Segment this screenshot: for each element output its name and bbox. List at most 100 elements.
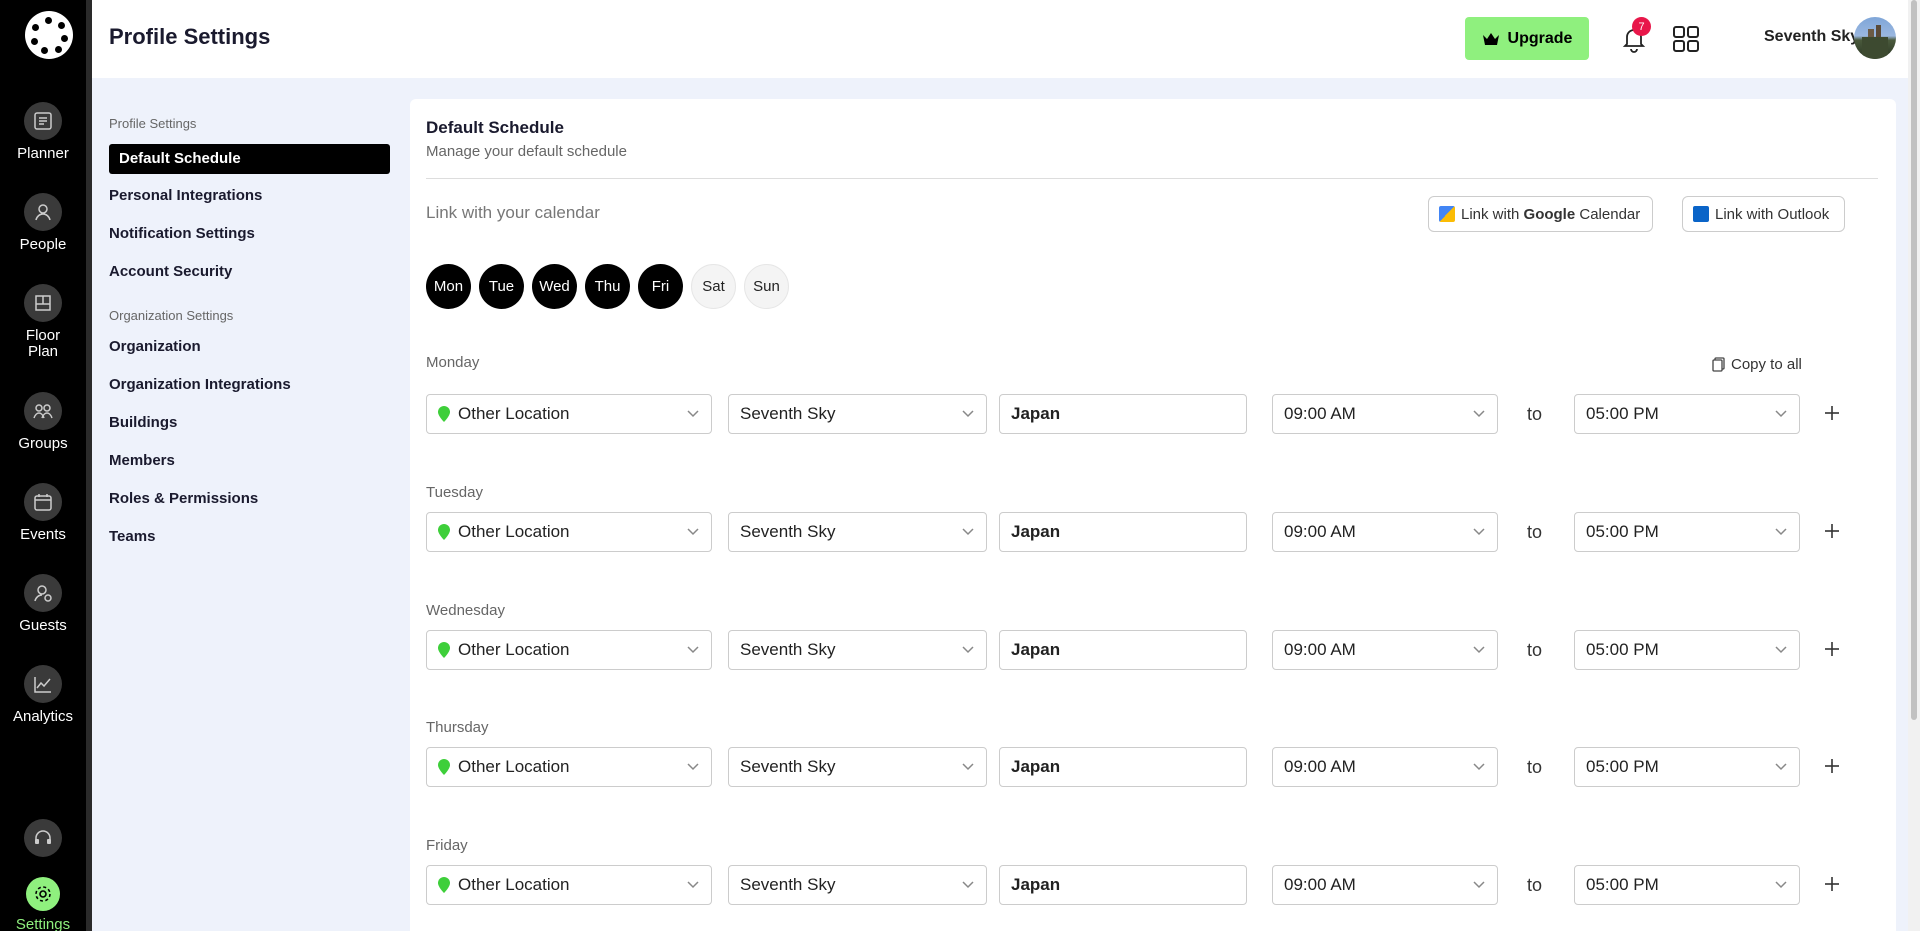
place-value: Japan (1011, 757, 1061, 776)
place-input[interactable]: Japan (999, 630, 1247, 670)
rail-item-events[interactable]: Events (0, 483, 86, 543)
start-time-value: 09:00 AM (1284, 404, 1356, 423)
day-toggle-tue[interactable]: Tue (479, 264, 524, 309)
app-rail: Planner People Floor Plan Groups Events … (0, 0, 92, 931)
person-value: Seventh Sky (740, 640, 836, 659)
person-select[interactable]: Seventh Sky (728, 630, 987, 670)
person-value: Seventh Sky (740, 757, 836, 776)
place-input[interactable]: Japan (999, 394, 1247, 434)
add-slot-plus-icon[interactable] (1819, 753, 1845, 779)
nav-personal-integrations[interactable]: Personal Integrations (109, 181, 390, 211)
day-toggle-sat[interactable]: Sat (691, 264, 736, 309)
planner-icon (24, 102, 62, 140)
nav-members[interactable]: Members (109, 446, 390, 476)
support-button[interactable] (0, 819, 86, 863)
start-time-select[interactable]: 09:00 AM (1272, 630, 1498, 670)
end-time-select[interactable]: 05:00 PM (1574, 630, 1800, 670)
location-value: Other Location (458, 640, 570, 659)
link-google-calendar-button[interactable]: Link with Google Calendar (1428, 196, 1653, 232)
nav-organization[interactable]: Organization (109, 332, 390, 362)
end-time-value: 05:00 PM (1586, 522, 1659, 541)
end-time-value: 05:00 PM (1586, 875, 1659, 894)
person-select[interactable]: Seventh Sky (728, 394, 987, 434)
end-time-select[interactable]: 05:00 PM (1574, 394, 1800, 434)
nav-teams[interactable]: Teams (109, 522, 390, 552)
start-time-select[interactable]: 09:00 AM (1272, 512, 1498, 552)
location-select[interactable]: Other Location (426, 865, 712, 905)
place-input[interactable]: Japan (999, 865, 1247, 905)
start-time-select[interactable]: 09:00 AM (1272, 747, 1498, 787)
avatar[interactable] (1854, 17, 1896, 59)
add-slot-plus-icon[interactable] (1819, 518, 1845, 544)
rail-label: People (19, 236, 67, 253)
day-toggle-thu[interactable]: Thu (585, 264, 630, 309)
location-pin-icon (438, 524, 450, 540)
location-select[interactable]: Other Location (426, 512, 712, 552)
to-label: to (1527, 757, 1543, 777)
day-toggle-wed[interactable]: Wed (532, 264, 577, 309)
copy-to-all-label: Copy to all (1731, 356, 1802, 373)
person-select[interactable]: Seventh Sky (728, 865, 987, 905)
rail-label: Floor Plan (25, 327, 61, 360)
day-toggle-sun[interactable]: Sun (744, 264, 789, 309)
page-scrollbar[interactable] (1908, 0, 1920, 931)
place-input[interactable]: Japan (999, 512, 1247, 552)
day-label: Friday (426, 837, 468, 854)
start-time-value: 09:00 AM (1284, 875, 1356, 894)
location-pin-icon (438, 877, 450, 893)
add-slot-plus-icon[interactable] (1819, 400, 1845, 426)
place-input[interactable]: Japan (999, 747, 1247, 787)
upgrade-button[interactable]: Upgrade (1465, 17, 1589, 60)
gear-icon (26, 877, 60, 911)
nav-account-security[interactable]: Account Security (109, 257, 390, 287)
section-label-organization: Organization Settings (109, 308, 234, 323)
location-select[interactable]: Other Location (426, 747, 712, 787)
rail-item-planner[interactable]: Planner (0, 102, 86, 162)
end-time-select[interactable]: 05:00 PM (1574, 512, 1800, 552)
end-time-value: 05:00 PM (1586, 640, 1659, 659)
rail-item-settings[interactable]: Settings (0, 877, 86, 931)
rail-item-guests[interactable]: Guests (0, 574, 86, 634)
user-name[interactable]: Seventh Sky (1764, 28, 1859, 46)
nav-roles-permissions[interactable]: Roles & Permissions (109, 484, 390, 514)
start-time-select[interactable]: 09:00 AM (1272, 865, 1498, 905)
apps-grid-icon[interactable] (1673, 26, 1699, 52)
chart-icon (24, 665, 62, 703)
day-toggle-fri[interactable]: Fri (638, 264, 683, 309)
add-slot-plus-icon[interactable] (1819, 636, 1845, 662)
nav-default-schedule[interactable]: Default Schedule (109, 144, 390, 174)
rail-item-people[interactable]: People (0, 193, 86, 253)
person-select[interactable]: Seventh Sky (728, 512, 987, 552)
add-slot-plus-icon[interactable] (1819, 871, 1845, 897)
place-value: Japan (1011, 875, 1061, 894)
start-time-value: 09:00 AM (1284, 522, 1356, 541)
to-label: to (1527, 875, 1543, 895)
link-outlook-button[interactable]: Link with Outlook (1682, 196, 1845, 232)
rail-item-groups[interactable]: Groups (0, 392, 86, 452)
settings-sidebar: Profile Settings Default Schedule Person… (92, 78, 410, 931)
person-icon (24, 193, 62, 231)
section-label-profile: Profile Settings (109, 116, 197, 131)
day-label: Monday (426, 354, 480, 371)
copy-to-all-button[interactable]: Copy to all (1712, 356, 1802, 373)
nav-organization-integrations[interactable]: Organization Integrations (109, 370, 390, 400)
end-time-select[interactable]: 05:00 PM (1574, 865, 1800, 905)
notification-badge: 7 (1632, 17, 1651, 36)
location-select[interactable]: Other Location (426, 630, 712, 670)
start-time-value: 09:00 AM (1284, 640, 1356, 659)
person-select[interactable]: Seventh Sky (728, 747, 987, 787)
location-pin-icon (438, 759, 450, 775)
nav-buildings[interactable]: Buildings (109, 408, 390, 438)
app-logo[interactable] (25, 11, 73, 59)
rail-label: Groups (18, 435, 68, 452)
day-toggle-mon[interactable]: Mon (426, 264, 471, 309)
nav-notification-settings[interactable]: Notification Settings (109, 219, 390, 249)
rail-label: Planner (17, 145, 69, 162)
location-select[interactable]: Other Location (426, 394, 712, 434)
day-label: Tuesday (426, 484, 483, 501)
start-time-select[interactable]: 09:00 AM (1272, 394, 1498, 434)
card-title: Default Schedule (426, 118, 564, 137)
rail-item-analytics[interactable]: Analytics (0, 665, 86, 725)
end-time-select[interactable]: 05:00 PM (1574, 747, 1800, 787)
rail-item-floor-plan[interactable]: Floor Plan (0, 284, 86, 360)
